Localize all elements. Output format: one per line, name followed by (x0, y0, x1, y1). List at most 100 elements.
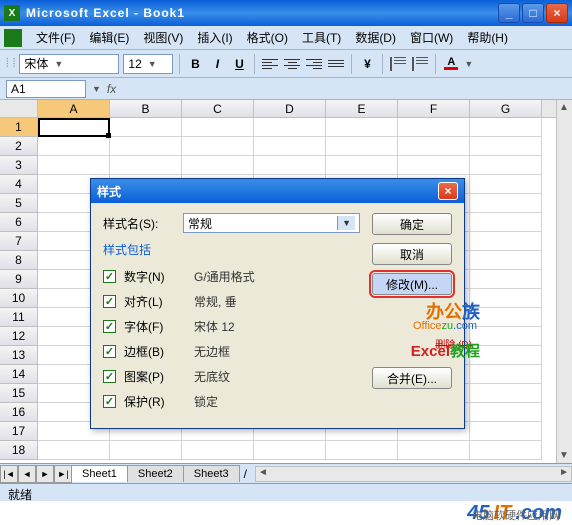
col-header-b[interactable]: B (110, 100, 182, 117)
cell[interactable] (182, 118, 254, 137)
cell[interactable] (110, 441, 182, 460)
cell[interactable] (470, 251, 542, 270)
vertical-scrollbar[interactable] (556, 100, 572, 463)
cancel-button[interactable]: 取消 (372, 243, 452, 265)
col-header-f[interactable]: F (398, 100, 470, 117)
cell[interactable] (254, 118, 326, 137)
border-checkbox[interactable]: ✓ (103, 345, 116, 358)
row-header-18[interactable]: 18 (0, 441, 38, 460)
cell[interactable] (470, 327, 542, 346)
cell[interactable] (398, 137, 470, 156)
underline-button[interactable]: U (230, 55, 248, 73)
tab-nav-prev[interactable]: ◄ (18, 465, 36, 483)
row-header-11[interactable]: 11 (0, 308, 38, 327)
number-checkbox[interactable]: ✓ (103, 270, 116, 283)
fx-icon[interactable]: fx (107, 82, 116, 96)
font-checkbox[interactable]: ✓ (103, 320, 116, 333)
decrease-indent-button[interactable] (389, 55, 407, 73)
cell[interactable] (326, 137, 398, 156)
chevron-down-icon[interactable]: ▼ (464, 59, 473, 69)
cell[interactable] (110, 137, 182, 156)
cell[interactable] (470, 156, 542, 175)
cell[interactable] (254, 156, 326, 175)
cell[interactable] (38, 137, 110, 156)
row-header-13[interactable]: 13 (0, 346, 38, 365)
cell[interactable] (470, 365, 542, 384)
cell[interactable] (182, 137, 254, 156)
cell[interactable] (38, 118, 110, 137)
menu-tools[interactable]: 工具(T) (296, 27, 347, 48)
modify-button[interactable]: 修改(M)... (372, 273, 452, 295)
protect-checkbox[interactable]: ✓ (103, 395, 116, 408)
row-header-7[interactable]: 7 (0, 232, 38, 251)
cell[interactable] (470, 441, 542, 460)
row-header-16[interactable]: 16 (0, 403, 38, 422)
cell[interactable] (38, 441, 110, 460)
cell[interactable] (470, 403, 542, 422)
row-header-14[interactable]: 14 (0, 365, 38, 384)
cell[interactable] (182, 441, 254, 460)
align-left-button[interactable] (261, 55, 279, 73)
minimize-button[interactable]: _ (498, 3, 520, 23)
cell[interactable] (470, 137, 542, 156)
row-header-10[interactable]: 10 (0, 289, 38, 308)
menu-data[interactable]: 数据(D) (349, 27, 402, 48)
cell[interactable] (398, 118, 470, 137)
row-header-9[interactable]: 9 (0, 270, 38, 289)
font-color-button[interactable]: A (442, 55, 460, 73)
sheet-tab-2[interactable]: Sheet2 (127, 465, 184, 482)
sheet-tab-1[interactable]: Sheet1 (71, 465, 128, 482)
pattern-checkbox[interactable]: ✓ (103, 370, 116, 383)
row-header-8[interactable]: 8 (0, 251, 38, 270)
font-size-combo[interactable]: 12 ▼ (123, 54, 173, 74)
close-button[interactable]: × (546, 3, 568, 23)
cell[interactable] (470, 118, 542, 137)
maximize-button[interactable]: □ (522, 3, 544, 23)
menu-edit[interactable]: 编辑(E) (83, 27, 135, 48)
tab-nav-next[interactable]: ► (36, 465, 54, 483)
cell[interactable] (470, 175, 542, 194)
cell[interactable] (470, 213, 542, 232)
select-all-corner[interactable] (0, 100, 38, 117)
merge-button[interactable]: 合并(E)... (372, 367, 452, 389)
dialog-close-button[interactable]: × (438, 182, 458, 200)
row-header-3[interactable]: 3 (0, 156, 38, 175)
menu-help[interactable]: 帮助(H) (461, 27, 514, 48)
menu-window[interactable]: 窗口(W) (404, 27, 459, 48)
ok-button[interactable]: 确定 (372, 213, 452, 235)
cell[interactable] (38, 156, 110, 175)
sheet-tab-3[interactable]: Sheet3 (183, 465, 240, 482)
cell[interactable] (254, 137, 326, 156)
cell[interactable] (470, 346, 542, 365)
align-right-button[interactable] (305, 55, 323, 73)
dialog-titlebar[interactable]: 样式 × (91, 179, 464, 203)
menu-insert[interactable]: 插入(I) (191, 27, 238, 48)
cell[interactable] (398, 156, 470, 175)
cell[interactable] (326, 118, 398, 137)
cell[interactable] (470, 422, 542, 441)
cell[interactable] (470, 384, 542, 403)
currency-button[interactable]: ¥ (358, 55, 376, 73)
cell[interactable] (470, 232, 542, 251)
merge-center-button[interactable] (327, 55, 345, 73)
cell[interactable] (254, 441, 326, 460)
row-header-12[interactable]: 12 (0, 327, 38, 346)
cell[interactable] (326, 156, 398, 175)
cell[interactable] (470, 308, 542, 327)
align-center-button[interactable] (283, 55, 301, 73)
horizontal-scrollbar[interactable] (255, 466, 572, 482)
cell[interactable] (470, 270, 542, 289)
col-header-a[interactable]: A (38, 100, 110, 117)
row-header-2[interactable]: 2 (0, 137, 38, 156)
cell[interactable] (110, 118, 182, 137)
cell[interactable] (398, 441, 470, 460)
increase-indent-button[interactable] (411, 55, 429, 73)
cell[interactable] (470, 289, 542, 308)
col-header-e[interactable]: E (326, 100, 398, 117)
menu-format[interactable]: 格式(O) (241, 27, 294, 48)
col-header-g[interactable]: G (470, 100, 542, 117)
name-box[interactable]: A1 (6, 80, 86, 98)
row-header-4[interactable]: 4 (0, 175, 38, 194)
cell[interactable] (182, 156, 254, 175)
col-header-c[interactable]: C (182, 100, 254, 117)
